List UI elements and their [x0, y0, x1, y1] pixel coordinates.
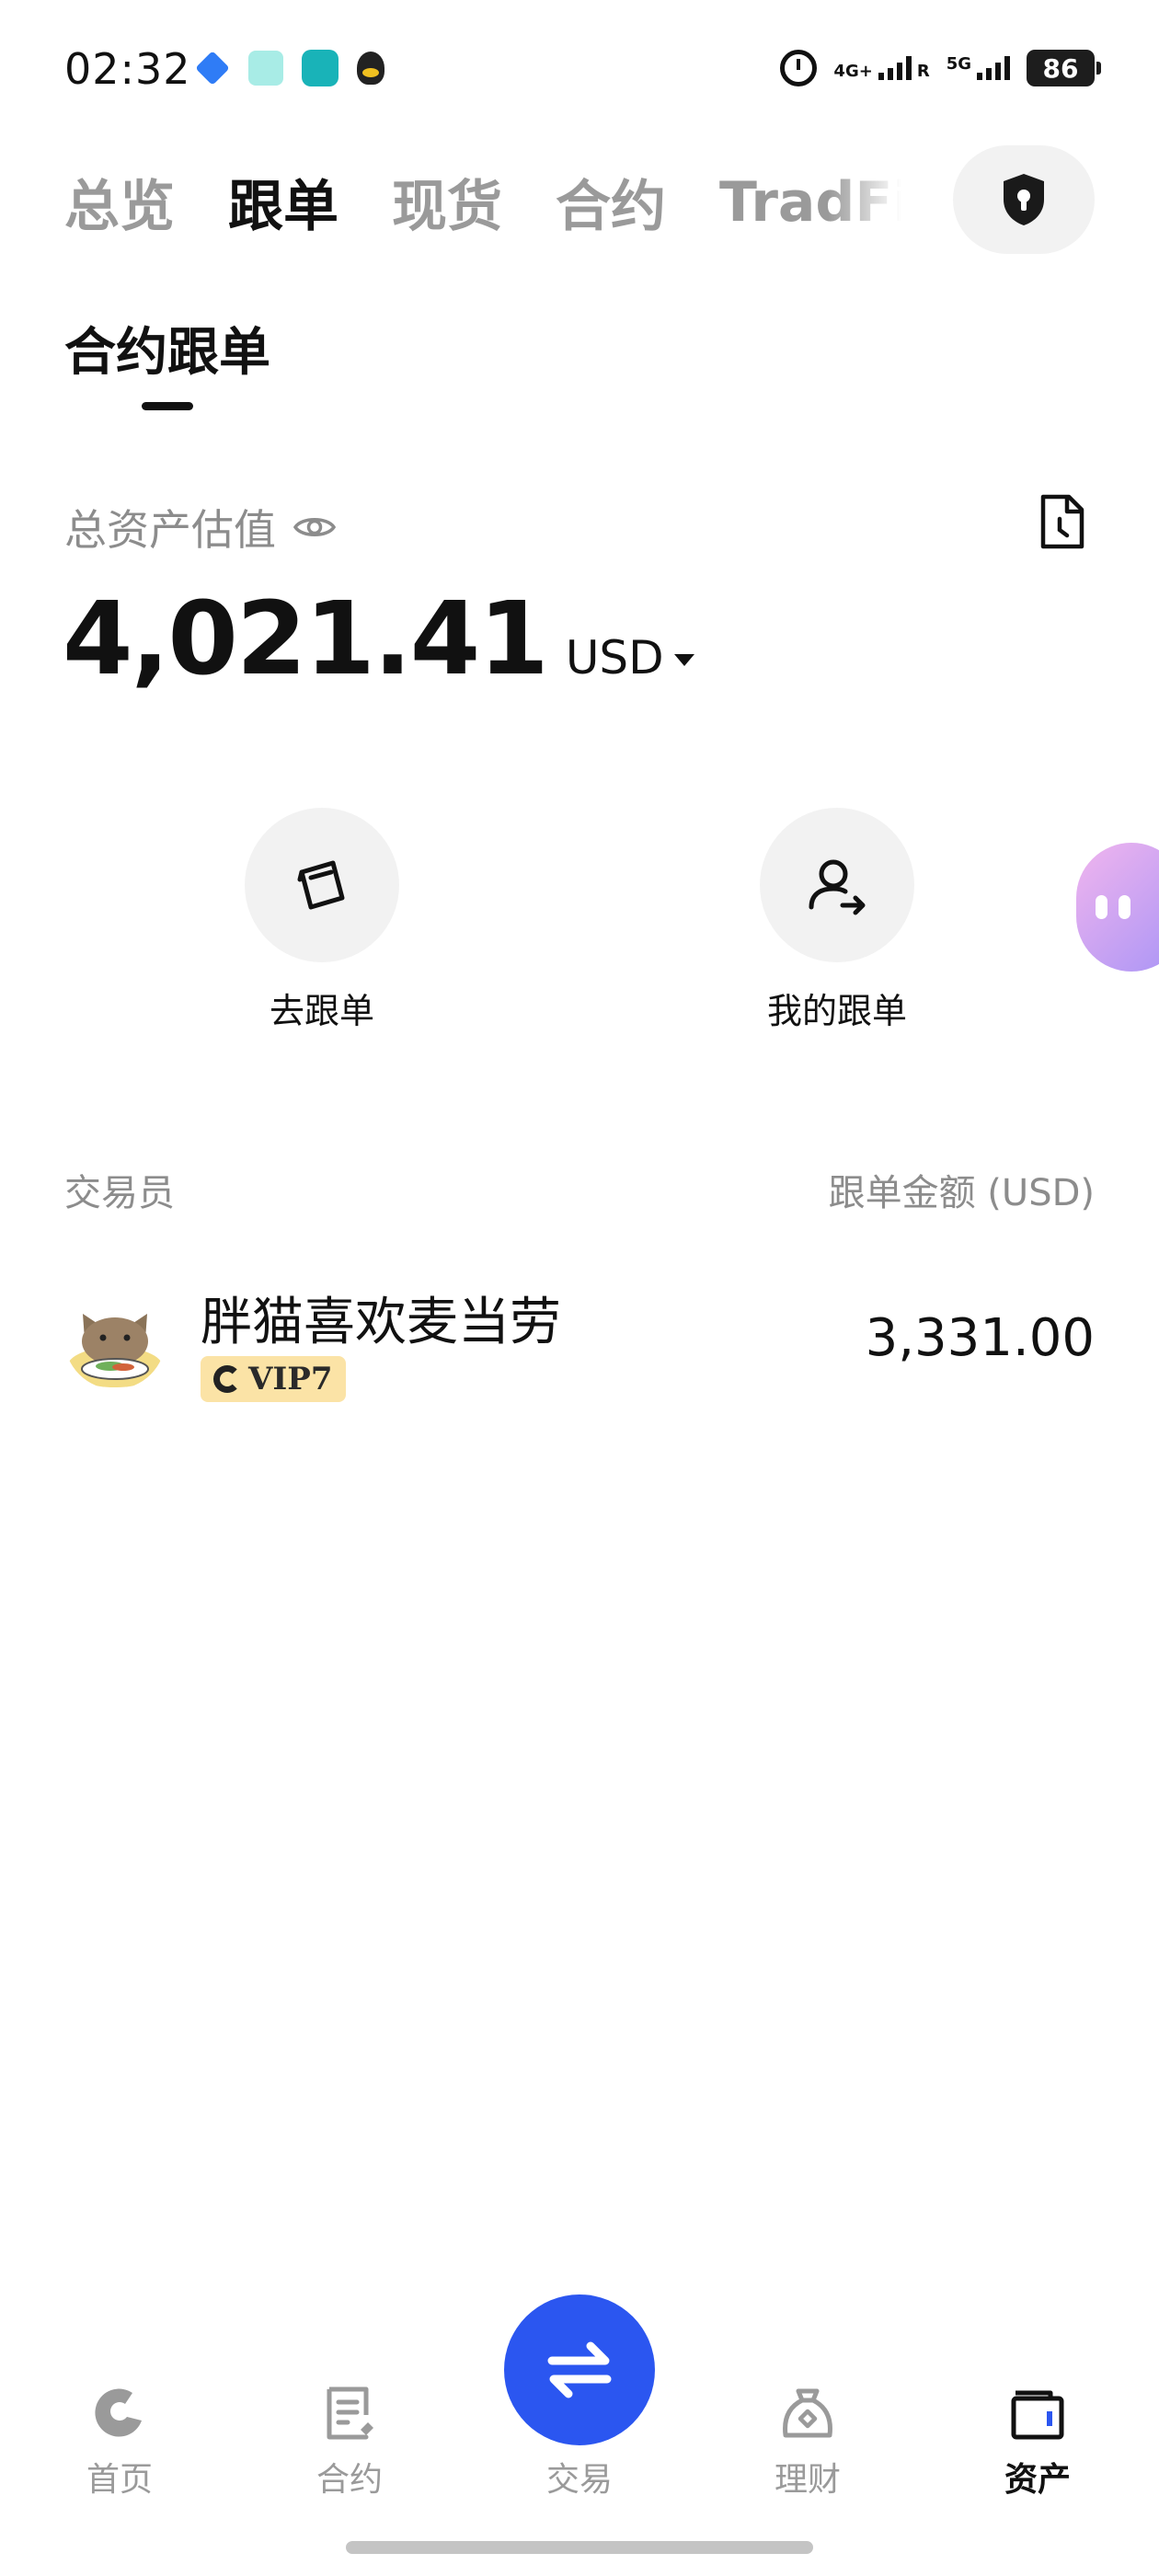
my-copy-trades-label: 我的跟单	[766, 991, 907, 1031]
nav-contract[interactable]: 合约	[258, 2379, 442, 2501]
network-5g-label: 5G	[946, 54, 971, 74]
nav-finance-label: 理财	[774, 2461, 841, 2499]
assistant-bubble[interactable]	[1076, 843, 1159, 972]
qq-penguin-icon	[357, 52, 384, 85]
total-asset-amount: 4,021.41	[63, 580, 549, 697]
trader-copy-amount: 3,331.00	[865, 1308, 1095, 1368]
status-indicators: 4G+ R 5G 86	[780, 50, 1101, 86]
my-copy-trades-button[interactable]: 我的跟单	[717, 808, 957, 1033]
caret-down-icon	[673, 654, 694, 666]
home-icon	[95, 2388, 142, 2437]
cube-app-icon	[195, 51, 230, 86]
network-4g: 4G+ R	[833, 56, 930, 81]
home-indicator[interactable]	[346, 2541, 813, 2554]
network-5g: 5G	[947, 56, 1010, 80]
top-tabs: 总览 跟单 现货 合约 TradFi	[64, 162, 901, 242]
copy-amount-column-header: 跟单金额 (USD)	[828, 1172, 1095, 1214]
go-copy-trade-button[interactable]: 去跟单	[202, 808, 442, 1033]
user-arrow-icon	[809, 859, 866, 915]
nav-trade-label: 交易	[545, 2461, 613, 2499]
asset-estimate-label: 总资产估值	[64, 497, 337, 558]
asset-value: 4,021.41 USD	[63, 580, 694, 697]
security-button[interactable]	[953, 145, 1095, 254]
nav-assets[interactable]: 资产	[946, 2379, 1130, 2501]
tab-copy-trading[interactable]: 跟单	[228, 162, 339, 242]
notification-icons	[195, 50, 384, 86]
shield-keyhole-icon	[1004, 174, 1044, 225]
my-copy-trades-circle	[760, 808, 914, 962]
cat-avatar-icon	[64, 1288, 166, 1389]
tab-overview[interactable]: 总览	[64, 162, 175, 242]
tab-contract[interactable]: 合约	[556, 162, 666, 242]
vip-level: VIP7	[248, 1361, 333, 1397]
trader-avatar	[64, 1288, 166, 1389]
wallet-icon	[1011, 2390, 1064, 2440]
go-copy-trade-circle	[245, 808, 399, 962]
assistant-eye-left	[1096, 895, 1107, 919]
tab-tradfi[interactable]: TradFi	[719, 170, 901, 235]
assistant-eye-right	[1119, 895, 1130, 919]
tab-spot[interactable]: 现货	[392, 162, 502, 242]
battery-indicator: 86	[1027, 50, 1101, 86]
currency-selector[interactable]: USD	[566, 631, 694, 684]
signal-bars-icon	[977, 56, 1010, 80]
sub-tab-contract-copy[interactable]: 合约跟单	[64, 311, 270, 385]
message-app-icon	[248, 51, 283, 86]
trader-row[interactable]: 胖猫喜欢麦当劳 VIP7 3,331.00	[64, 1281, 1095, 1409]
sub-tab-underline	[142, 402, 193, 410]
network-4g-label: 4G+	[833, 62, 873, 81]
currency-label: USD	[565, 631, 664, 684]
nav-home[interactable]: 首页	[28, 2379, 212, 2501]
roaming-label: R	[916, 62, 930, 81]
teal-app-icon	[302, 50, 339, 86]
vip-logo-icon	[213, 1365, 241, 1393]
trader-column-header: 交易员	[64, 1172, 175, 1214]
status-time: 02:32	[64, 44, 191, 94]
screen: 02:32 4G+ R 5G 86 总览 跟单 现货 合约 TradFi 合约跟…	[0, 0, 1159, 2576]
nav-contract-label: 合约	[316, 2461, 383, 2499]
history-document-icon[interactable]	[1038, 493, 1087, 550]
asset-label-text: 总资产估值	[64, 505, 276, 555]
signal-bars-icon	[878, 56, 912, 80]
alarm-icon	[780, 50, 818, 86]
nav-home-label: 首页	[86, 2461, 153, 2499]
vip-badge: VIP7	[201, 1356, 346, 1402]
status-bar: 02:32 4G+ R 5G 86	[0, 37, 1159, 110]
trade-button[interactable]	[504, 2294, 655, 2445]
eye-icon[interactable]	[293, 512, 337, 542]
swap-arrows-icon	[547, 2341, 612, 2398]
go-copy-trade-label: 去跟单	[269, 991, 374, 1031]
contract-icon	[327, 2386, 373, 2440]
nav-finance[interactable]: 理财	[716, 2379, 900, 2501]
copy-trade-cards-icon	[297, 860, 345, 910]
nav-assets-label: 资产	[1004, 2461, 1071, 2499]
trader-name: 胖猫喜欢麦当劳	[201, 1293, 561, 1352]
finance-icon	[783, 2388, 832, 2438]
